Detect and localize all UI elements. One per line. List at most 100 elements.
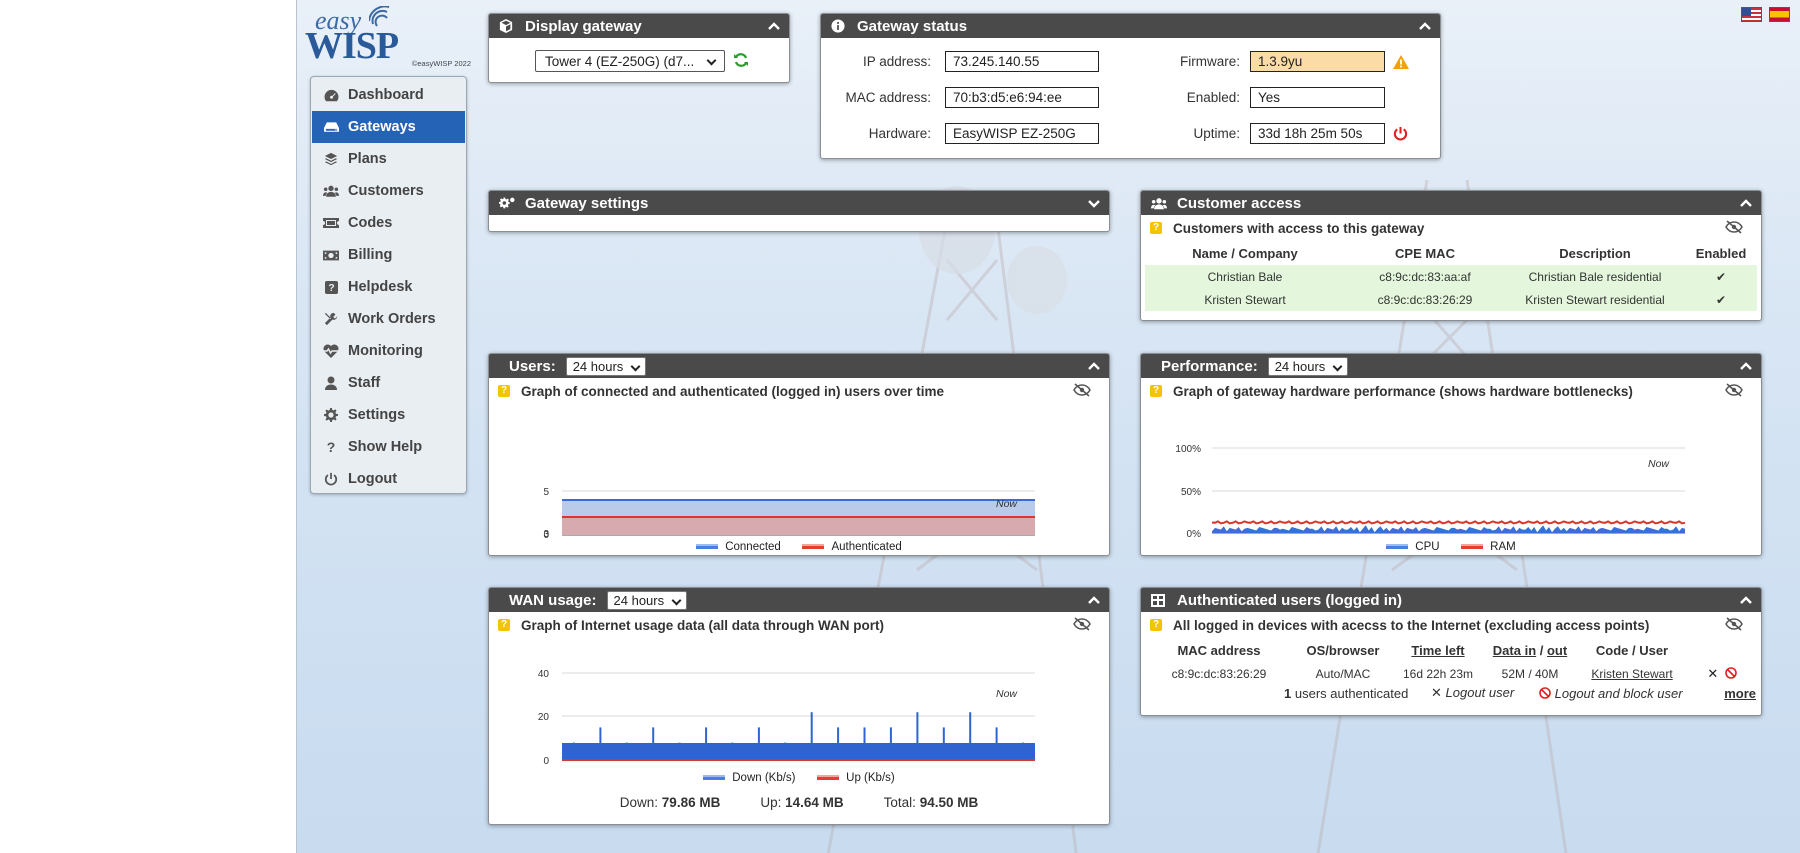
column-header[interactable]: OS/browser — [1293, 638, 1393, 662]
legend-connected[interactable]: Connected — [696, 541, 781, 553]
collapse-chevron-icon[interactable] — [1739, 196, 1753, 210]
enabled-check-icon[interactable]: ✔ — [1685, 288, 1757, 311]
sidebar-item-dashboard[interactable]: Dashboard — [312, 79, 465, 111]
ip-address-field[interactable]: 73.245.140.55 — [945, 51, 1099, 72]
column-header[interactable]: Name / Company — [1145, 241, 1345, 265]
uptime-field[interactable]: 33d 18h 25m 50s — [1250, 123, 1385, 144]
logout-legend: ✕ Logout user — [1431, 685, 1514, 701]
help-badge-icon[interactable]: ? — [1150, 222, 1162, 234]
hardware-field[interactable]: EasyWISP EZ-250G — [945, 123, 1099, 144]
authenticated-series-area — [562, 517, 1035, 535]
sidebar-item-settings[interactable]: Settings — [312, 399, 465, 431]
column-header[interactable]: Description — [1505, 241, 1685, 265]
help-badge-icon[interactable]: ? — [498, 385, 510, 397]
device-data-usage: 52M / 40M — [1501, 666, 1559, 681]
panel-subtitle: Graph of connected and authenticated (lo… — [521, 383, 945, 399]
panel-header: Performance: 24 hours — [1141, 354, 1761, 378]
ip-address-row: IP address: 73.245.140.55 — [821, 51, 1099, 72]
sidebar-item-codes[interactable]: Codes — [312, 207, 465, 239]
block-icon[interactable] — [1724, 666, 1737, 679]
logout-legend-label: Logout user — [1445, 685, 1515, 700]
help-badge-icon[interactable]: ? — [1150, 385, 1162, 397]
column-header[interactable]: MAC address — [1145, 638, 1293, 662]
sidebar-item-billing[interactable]: Billing — [312, 239, 465, 271]
collapse-chevron-icon[interactable] — [1739, 359, 1753, 373]
hide-eye-icon[interactable] — [1073, 617, 1091, 631]
hide-eye-icon[interactable] — [1073, 383, 1091, 397]
enabled-field[interactable]: Yes — [1250, 87, 1385, 108]
box-icon — [499, 18, 515, 34]
customer-name[interactable]: Kristen Stewart — [1145, 288, 1345, 311]
collapse-chevron-icon[interactable] — [1418, 19, 1432, 33]
sidebar-item-work-orders[interactable]: Work Orders — [312, 303, 465, 335]
collapse-chevron-icon[interactable] — [1087, 593, 1101, 607]
help-badge-icon[interactable]: ? — [1150, 619, 1162, 631]
warning-icon[interactable] — [1393, 54, 1409, 69]
panel-header: Users: 24 hours — [489, 354, 1109, 378]
gateway-select[interactable]: Tower 4 (EZ-250G) (d7... — [535, 50, 725, 72]
enabled-check-icon[interactable]: ✔ — [1685, 265, 1757, 288]
hide-eye-icon[interactable] — [1725, 617, 1743, 631]
expand-chevron-icon[interactable] — [1087, 196, 1101, 210]
wan-totals: Down: 79.86 MB Up: 14.64 MB Total: 94.50… — [489, 795, 1109, 810]
table-row[interactable]: Kristen Stewart c8:9c:dc:83:26:29 Kriste… — [1145, 288, 1757, 311]
sidebar-item-plans[interactable]: Plans — [312, 143, 465, 175]
sidebar-item-helpdesk[interactable]: ? Helpdesk — [312, 271, 465, 303]
legend-authenticated[interactable]: Authenticated — [802, 541, 902, 553]
collapse-chevron-icon[interactable] — [1087, 359, 1101, 373]
customer-access-panel: Customer access ? Customers with access … — [1140, 190, 1762, 321]
legend-swatch — [1461, 544, 1484, 549]
performance-range-select[interactable]: 24 hours — [1267, 356, 1349, 376]
column-header[interactable]: Time left — [1393, 638, 1483, 662]
help-badge-icon[interactable]: ? — [498, 619, 510, 631]
device-user-link[interactable]: Kristen Stewart — [1577, 662, 1687, 685]
hide-eye-icon[interactable] — [1725, 220, 1743, 234]
customer-name[interactable]: Christian Bale — [1145, 265, 1345, 288]
column-header[interactable]: Code / User — [1577, 638, 1687, 662]
sidebar-item-gateways[interactable]: Gateways — [312, 111, 465, 143]
column-header[interactable]: CPE MAC — [1345, 241, 1505, 265]
logo-text-wisp: WISP — [305, 25, 399, 67]
legend-ram[interactable]: RAM — [1461, 541, 1516, 553]
users-panel: Users: 24 hours ? Graph of connected and… — [488, 353, 1110, 556]
svg-text:?: ? — [328, 283, 334, 294]
es-flag-icon[interactable] — [1769, 7, 1790, 22]
collapse-chevron-icon[interactable] — [1739, 593, 1753, 607]
now-label: Now — [996, 498, 1018, 510]
y-tick-label: 20 — [538, 712, 550, 723]
column-header[interactable]: Enabled — [1685, 241, 1757, 265]
logout-x-icon[interactable]: ✕ — [1707, 666, 1718, 681]
panel-header: Authenticated users (logged in) — [1141, 588, 1761, 612]
sidebar-item-logout[interactable]: Logout — [312, 463, 465, 495]
legend-down[interactable]: Down (Kb/s) — [703, 772, 796, 784]
reboot-power-icon[interactable] — [1393, 126, 1408, 141]
panel-header: Gateway status — [821, 14, 1440, 38]
mac-address-field[interactable]: 70:b3:d5:e6:94:ee — [945, 87, 1099, 108]
us-flag-icon[interactable] — [1741, 7, 1762, 22]
legend-swatch — [696, 544, 719, 549]
more-link[interactable]: more — [1724, 686, 1756, 701]
legend-cpu[interactable]: CPU — [1386, 541, 1440, 553]
sidebar-item-staff[interactable]: Staff — [312, 367, 465, 399]
wan-range-select[interactable]: 24 hours — [606, 590, 688, 610]
block-icon — [1539, 686, 1551, 699]
grand-total-label: Total: — [883, 795, 916, 810]
gateway-status-panel: Gateway status IP address: 73.245.140.55… — [820, 13, 1441, 159]
panel-title: Customer access — [1177, 194, 1302, 212]
legend-up[interactable]: Up (Kb/s) — [817, 772, 895, 784]
table-row[interactable]: c8:9c:dc:83:26:29 Auto/MAC 16d 22h 23m 5… — [1145, 662, 1757, 685]
sidebar-item-customers[interactable]: Customers — [312, 175, 465, 207]
data-out-sort-link[interactable]: out — [1547, 643, 1567, 658]
sidebar-item-monitoring[interactable]: Monitoring — [312, 335, 465, 367]
easywisp-logo[interactable]: easy WISP ©easyWISP 2022 — [305, 4, 475, 68]
collapse-chevron-icon[interactable] — [767, 19, 781, 33]
hide-eye-icon[interactable] — [1725, 383, 1743, 397]
cpu-series — [1212, 525, 1685, 533]
sidebar-item-show-help[interactable]: ? Show Help — [312, 431, 465, 463]
users-range-select[interactable]: 24 hours — [565, 356, 647, 376]
data-in-sort-link[interactable]: Data in — [1493, 643, 1536, 658]
refresh-icon[interactable] — [733, 52, 749, 68]
authenticated-users-panel: Authenticated users (logged in) ? All lo… — [1140, 587, 1762, 716]
table-row[interactable]: Christian Bale c8:9c:dc:83:aa:af Christi… — [1145, 265, 1757, 288]
firmware-field[interactable]: 1.3.9yu — [1250, 51, 1385, 72]
